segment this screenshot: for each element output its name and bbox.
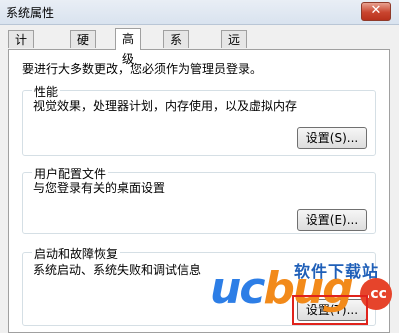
- tab-hardware[interactable]: 硬件: [70, 30, 97, 65]
- close-icon: ✕: [370, 3, 382, 18]
- watermark-site-text: 软件下载站: [294, 262, 380, 281]
- tab-advanced[interactable]: 高级: [115, 28, 142, 66]
- startup-recovery-description: 系统启动、系统失败和调试信息: [33, 263, 202, 277]
- admin-notice: 要进行大多数更改，您必须作为管理员登录。: [22, 62, 263, 76]
- performance-group: 性能 视觉效果，处理器计划，内存使用，以及虚拟内存 设置(S)...: [22, 83, 376, 156]
- performance-description: 视觉效果，处理器计划，内存使用，以及虚拟内存: [33, 99, 298, 113]
- title-bar: 系统属性 ✕: [0, 0, 399, 25]
- highlight-box: [292, 295, 368, 325]
- close-button[interactable]: ✕: [361, 2, 391, 21]
- user-profiles-settings-button[interactable]: 设置(E)...: [297, 209, 367, 231]
- user-profiles-description: 与您登录有关的桌面设置: [33, 181, 166, 195]
- user-profiles-group: 用户配置文件 与您登录有关的桌面设置 设置(E)...: [22, 165, 376, 234]
- startup-recovery-title: 启动和故障恢复: [32, 245, 121, 262]
- watermark-brand-left: uc: [210, 263, 265, 314]
- tab-system-protection[interactable]: 系统保护: [163, 30, 190, 101]
- window-title: 系统属性: [6, 6, 55, 20]
- tab-remote[interactable]: 远程: [221, 30, 248, 65]
- tab-computer-name[interactable]: 计算机名: [8, 30, 35, 101]
- performance-settings-button[interactable]: 设置(S)...: [297, 127, 367, 149]
